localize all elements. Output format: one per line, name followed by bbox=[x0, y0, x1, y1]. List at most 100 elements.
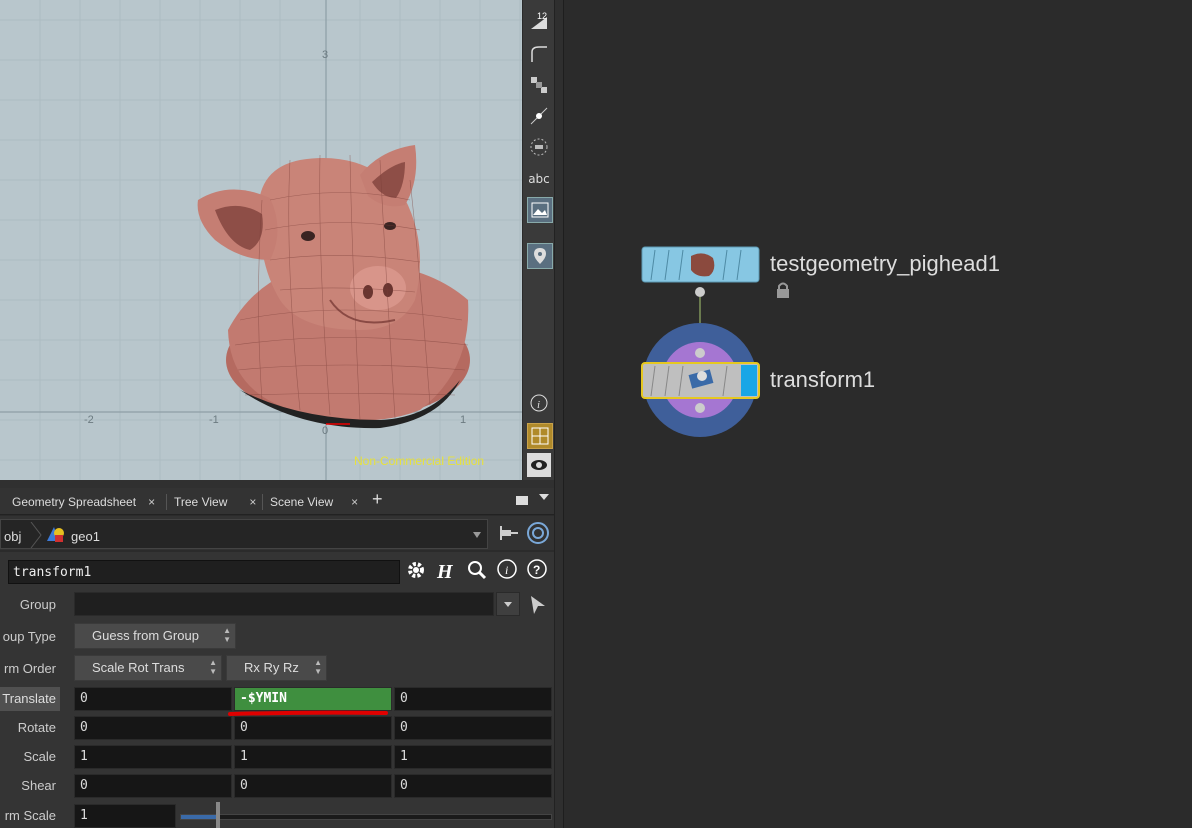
viewport-toolbar: 12 abc i bbox=[522, 0, 555, 480]
node-testgeometry-pighead bbox=[641, 246, 760, 297]
tab-label: Tree View bbox=[174, 495, 228, 509]
pin-icon[interactable] bbox=[527, 243, 553, 269]
pane-menu-icon[interactable] bbox=[539, 494, 549, 500]
tab-label: Geometry Spreadsheet bbox=[12, 495, 137, 509]
rotation-order-value: Rx Ry Rz bbox=[244, 660, 299, 675]
updown-arrow-icon: ▲ ▼ bbox=[223, 626, 231, 644]
axis-label-3: 3 bbox=[322, 49, 328, 61]
axis-label-neg2: -2 bbox=[84, 414, 94, 426]
ghost-icon[interactable] bbox=[527, 135, 551, 159]
info-icon[interactable]: i bbox=[496, 558, 520, 582]
updown-arrow-icon: ▲ ▼ bbox=[314, 658, 322, 676]
path-root[interactable]: obj bbox=[4, 529, 21, 544]
chevron-down-icon bbox=[504, 602, 512, 607]
rotate-z-field[interactable]: 0 bbox=[394, 716, 552, 740]
pane-tab-bar: Geometry Spreadsheet × Tree View × Scene… bbox=[0, 488, 554, 515]
uniform-scale-field[interactable]: 1 bbox=[74, 804, 176, 828]
tab-scene-view[interactable]: Scene View × bbox=[270, 491, 358, 513]
parameter-editor: transform1 H i ? Group oup Type Guess fr… bbox=[0, 552, 554, 828]
shear-y-field[interactable]: 0 bbox=[234, 774, 392, 798]
text-display-icon[interactable]: abc bbox=[527, 167, 551, 191]
geo-node-icon bbox=[47, 527, 64, 542]
name-label-cut bbox=[0, 564, 4, 578]
rotate-label: Rotate bbox=[17, 720, 56, 735]
close-icon[interactable]: × bbox=[148, 495, 155, 509]
scale-z-field[interactable]: 1 bbox=[394, 745, 552, 769]
group-type-menu[interactable]: Guess from Group ▲ ▼ bbox=[74, 623, 236, 649]
viewport-layout-icon[interactable] bbox=[527, 423, 553, 449]
viewport-bottom-strip bbox=[0, 480, 554, 488]
svg-text:i: i bbox=[505, 563, 508, 577]
node-transform bbox=[641, 323, 760, 437]
tab-divider bbox=[166, 494, 167, 510]
uniform-scale-slider[interactable] bbox=[180, 814, 552, 820]
group-type-value: Guess from Group bbox=[92, 628, 199, 643]
watermark-text: Non-Commercial Edition bbox=[354, 454, 485, 468]
axis-label-neg1: -1 bbox=[209, 414, 219, 426]
uniform-scale-label: rm Scale bbox=[4, 808, 56, 823]
slider-handle[interactable] bbox=[216, 802, 220, 828]
svg-text:12: 12 bbox=[537, 11, 547, 21]
node-name-field[interactable]: transform1 bbox=[8, 560, 400, 584]
grid-points-icon[interactable] bbox=[527, 73, 551, 97]
path-field[interactable]: obj geo1 bbox=[0, 519, 488, 549]
background-image-icon[interactable] bbox=[527, 197, 553, 223]
xform-order-menu[interactable]: Scale Rot Trans ▲ ▼ bbox=[74, 655, 222, 681]
svg-text:H: H bbox=[436, 561, 454, 583]
updown-arrow-icon: ▲ ▼ bbox=[209, 658, 217, 676]
svg-text:i: i bbox=[537, 399, 540, 411]
translate-label: Translate bbox=[0, 687, 60, 711]
group-type-label: oup Type bbox=[2, 629, 56, 644]
maximize-pane-icon[interactable] bbox=[516, 496, 528, 505]
help-h-icon[interactable]: H bbox=[434, 558, 460, 584]
translate-x-field[interactable]: 0 bbox=[74, 687, 232, 711]
translate-z-field[interactable]: 0 bbox=[394, 687, 552, 711]
eye-icon[interactable] bbox=[527, 453, 551, 477]
slider-fill bbox=[181, 815, 217, 819]
chevron-down-icon[interactable] bbox=[473, 532, 481, 538]
scale-label: Scale bbox=[23, 749, 56, 764]
tab-tree-view[interactable]: Tree View × bbox=[174, 491, 256, 513]
search-icon[interactable] bbox=[465, 558, 489, 582]
network-link-icon[interactable] bbox=[526, 521, 550, 545]
close-icon[interactable]: × bbox=[249, 495, 256, 509]
group-label: Group bbox=[19, 597, 56, 612]
group-field[interactable] bbox=[74, 592, 494, 616]
point-tool-icon[interactable] bbox=[527, 104, 551, 128]
select-arrow-icon[interactable] bbox=[528, 594, 548, 616]
node-label-transform[interactable]: transform1 bbox=[770, 367, 875, 393]
help-icon[interactable]: ? bbox=[526, 558, 550, 582]
xform-order-value: Scale Rot Trans bbox=[92, 660, 185, 675]
network-canvas bbox=[641, 246, 789, 437]
add-tab-button[interactable]: + bbox=[372, 488, 383, 510]
path-node[interactable]: geo1 bbox=[71, 529, 100, 544]
rotate-y-field[interactable]: 0 bbox=[234, 716, 392, 740]
rotation-order-menu[interactable]: Rx Ry Rz ▲ ▼ bbox=[226, 655, 327, 681]
xform-order-label: rm Order bbox=[4, 661, 56, 676]
rotate-x-field[interactable]: 0 bbox=[74, 716, 232, 740]
group-menu-button[interactable] bbox=[496, 592, 520, 616]
tab-divider bbox=[262, 494, 263, 510]
svg-text:?: ? bbox=[533, 563, 540, 577]
node-label-testgeometry-pighead[interactable]: testgeometry_pighead1 bbox=[770, 251, 1000, 277]
tab-label: Scene View bbox=[270, 495, 334, 509]
shear-x-field[interactable]: 0 bbox=[74, 774, 232, 798]
gear-icon[interactable] bbox=[404, 558, 430, 584]
pin-pane-icon[interactable] bbox=[498, 523, 520, 543]
scene-viewport[interactable]: -2 -1 0 1 3 Non-Commercial Edition bbox=[0, 0, 522, 480]
info-icon[interactable]: i bbox=[527, 391, 551, 415]
scale-x-field[interactable]: 1 bbox=[74, 745, 232, 769]
snap-count-icon[interactable]: 12 bbox=[527, 8, 551, 32]
curve-tool-icon[interactable] bbox=[527, 42, 551, 66]
lock-icon bbox=[777, 282, 789, 298]
close-icon[interactable]: × bbox=[351, 495, 358, 509]
viewport-canvas: -2 -1 0 1 3 bbox=[0, 0, 522, 480]
tab-geometry-spreadsheet[interactable]: Geometry Spreadsheet × bbox=[12, 491, 155, 513]
shear-label: Shear bbox=[21, 778, 56, 793]
path-bar: obj geo1 bbox=[0, 516, 554, 550]
network-editor[interactable]: testgeometry_pighead1 transform1 bbox=[563, 0, 1192, 828]
scale-y-field[interactable]: 1 bbox=[234, 745, 392, 769]
pighead-geometry bbox=[197, 145, 470, 429]
shear-z-field[interactable]: 0 bbox=[394, 774, 552, 798]
axis-label-1: 1 bbox=[460, 414, 466, 426]
